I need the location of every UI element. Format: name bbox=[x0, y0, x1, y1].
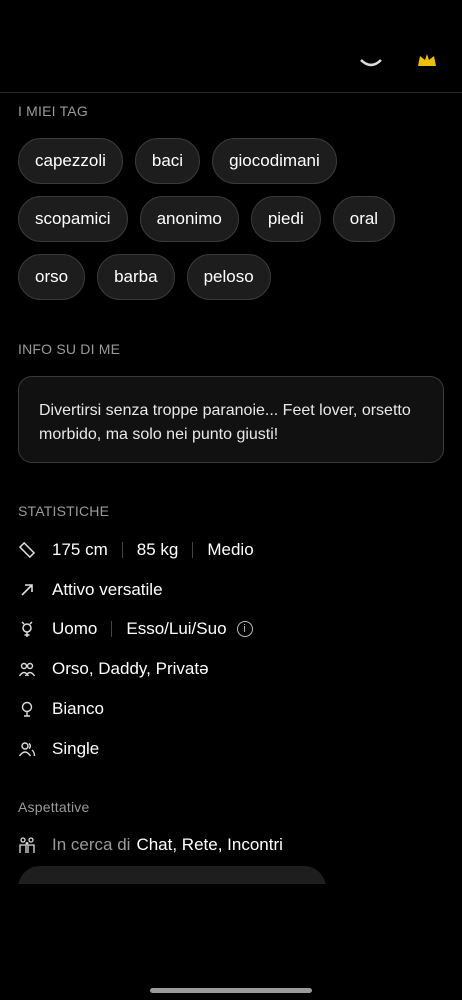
heart-people-icon bbox=[18, 836, 36, 854]
about-section-title: INFO SU DI ME bbox=[18, 341, 121, 357]
stat-tribes-value: Orso, Daddy, Privatə bbox=[52, 659, 209, 678]
stat-height: 175 cm bbox=[52, 540, 108, 559]
stat-position-value: Attivo versatile bbox=[52, 580, 163, 599]
stat-tribes: Orso, Daddy, Privatə bbox=[18, 659, 209, 679]
gender-icon bbox=[18, 620, 36, 638]
tag-chip[interactable]: orso bbox=[18, 254, 86, 300]
stat-gender: Uomo Esso/Lui/Suo i bbox=[18, 619, 253, 639]
stat-relationship-value: Single bbox=[52, 739, 100, 758]
stat-relationship: Single bbox=[18, 739, 99, 759]
about-text-box: Divertirsi senza troppe paranoie... Feet… bbox=[18, 376, 444, 463]
crown-icon[interactable] bbox=[414, 46, 440, 68]
about-text: Divertirsi senza troppe paranoie... Feet… bbox=[39, 402, 411, 443]
info-icon[interactable]: i bbox=[236, 621, 253, 637]
tag-chip[interactable]: baci bbox=[134, 138, 201, 184]
tag-chip[interactable]: oral bbox=[332, 196, 396, 242]
stats-section-title: STATISTICHE bbox=[18, 503, 110, 519]
stat-position: Attivo versatile bbox=[18, 580, 163, 600]
stat-ethnicity-value: Bianco bbox=[52, 699, 104, 718]
looking-for-value: Chat, Rete, Incontri bbox=[136, 835, 283, 854]
divider bbox=[192, 542, 194, 558]
people-icon bbox=[18, 660, 36, 678]
stat-gender-value: Uomo bbox=[52, 619, 98, 638]
divider bbox=[121, 542, 123, 558]
tag-chip[interactable]: peloso bbox=[186, 254, 271, 300]
looking-for-label: In cerca di bbox=[52, 835, 131, 854]
tags-section-title: I MIEI TAG bbox=[18, 103, 88, 119]
globe-icon bbox=[18, 700, 36, 718]
person-group-icon bbox=[18, 740, 36, 758]
stat-build: Medio bbox=[207, 540, 254, 559]
stat-pronouns: Esso/Lui/Suo bbox=[126, 619, 227, 638]
stat-ethnicity: Bianco bbox=[18, 699, 104, 719]
tags-list: capezzoli baci giocodimani scopamici ano… bbox=[18, 138, 448, 312]
tag-chip[interactable]: capezzoli bbox=[18, 138, 123, 184]
tag-chip[interactable]: anonimo bbox=[139, 196, 239, 242]
smile-icon[interactable] bbox=[358, 46, 384, 68]
top-bar bbox=[0, 0, 462, 93]
stat-weight: 85 kg bbox=[136, 540, 179, 559]
tag-chip[interactable]: scopamici bbox=[18, 196, 128, 242]
ruler-icon bbox=[18, 541, 36, 559]
stat-looking-for: In cerca di Chat, Rete, Incontri bbox=[18, 835, 283, 855]
bottom-fade bbox=[0, 884, 462, 914]
tag-chip[interactable]: piedi bbox=[250, 196, 321, 242]
tag-chip[interactable]: barba bbox=[97, 254, 175, 300]
home-indicator[interactable] bbox=[150, 988, 312, 993]
arrow-up-right-icon bbox=[18, 581, 36, 599]
tag-chip[interactable]: giocodimani bbox=[212, 138, 337, 184]
divider bbox=[111, 621, 113, 637]
stat-body: 175 cm 85 kg Medio bbox=[18, 540, 254, 560]
expectations-section-title: Aspettative bbox=[18, 799, 90, 815]
